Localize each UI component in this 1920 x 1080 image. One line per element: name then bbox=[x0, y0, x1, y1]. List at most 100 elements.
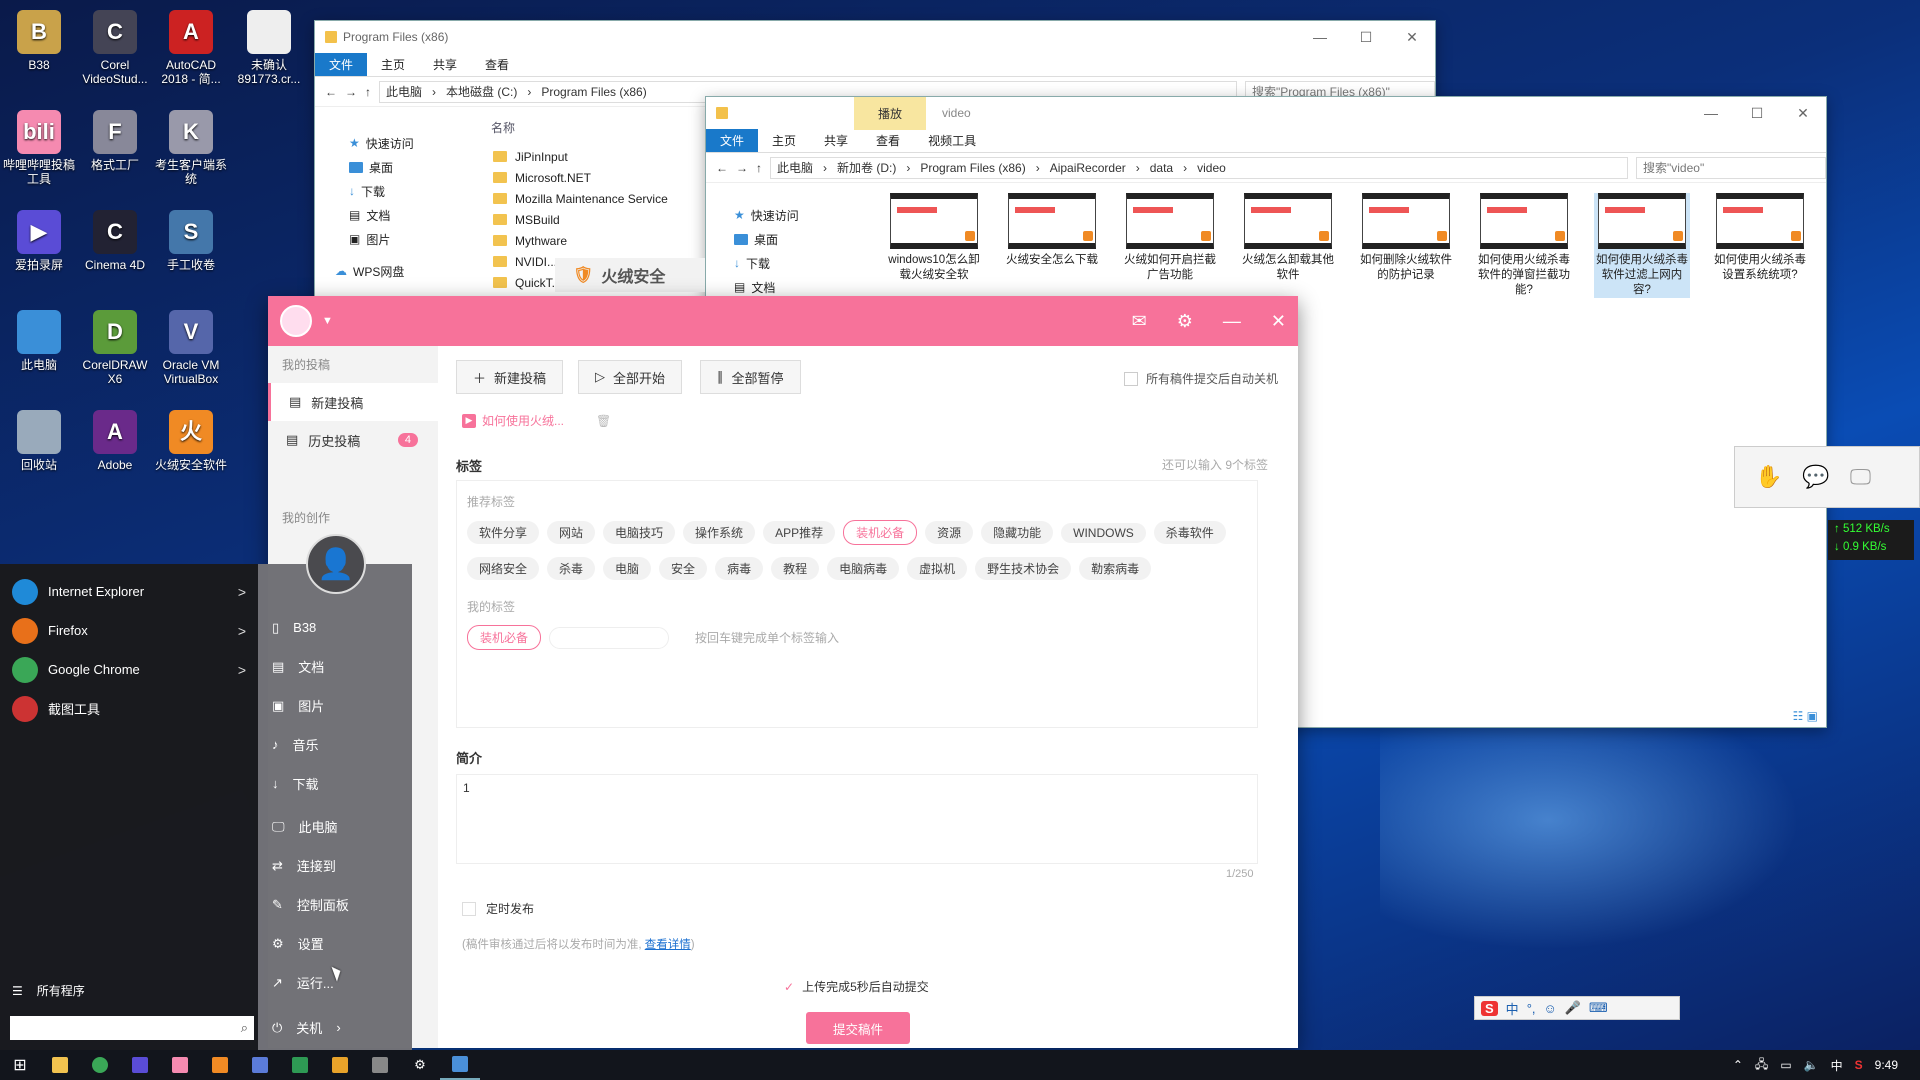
ime-indicator[interactable]: 中 bbox=[1831, 1057, 1843, 1074]
ribbon-tab-home[interactable]: 主页 bbox=[758, 129, 810, 152]
desktop-icon[interactable]: bili 哔哩哔哩投稿工具 bbox=[1, 110, 77, 187]
floating-toolbar[interactable]: ✋ 💬 🖵 bbox=[1734, 446, 1920, 508]
nav-documents[interactable]: ▤ 文档 bbox=[325, 203, 485, 227]
maximize-button[interactable]: ☐ bbox=[1734, 105, 1780, 122]
sogou-tray-icon[interactable]: S bbox=[1855, 1058, 1863, 1072]
taskbar-settings[interactable]: ⚙ bbox=[400, 1050, 440, 1080]
ribbon-tab-share[interactable]: 共享 bbox=[810, 129, 862, 152]
nav-desktop[interactable]: 桌面 bbox=[710, 227, 860, 251]
ribbon-tab-file[interactable]: 文件 bbox=[315, 53, 368, 76]
chevron-up-icon[interactable]: ⌃ bbox=[1733, 1058, 1743, 1072]
desktop-icon[interactable]: D CorelDRAW X6 bbox=[77, 310, 153, 387]
start-place-item[interactable]: ⇄ 连接到 bbox=[258, 846, 412, 885]
recommended-tag[interactable]: 装机必备 bbox=[843, 520, 918, 545]
close-button[interactable]: ✕ bbox=[1389, 29, 1435, 46]
desktop-icon[interactable]: K 考生客户端系统 bbox=[153, 110, 229, 187]
recommended-tag[interactable]: 虚拟机 bbox=[907, 557, 968, 580]
sidebar-item-new-post[interactable]: ▤ 新建投稿 bbox=[268, 383, 438, 421]
video-file[interactable]: 如何使用火绒杀毒设置系统统项? bbox=[1712, 193, 1808, 283]
recommended-tag[interactable]: 电脑病毒 bbox=[827, 557, 900, 580]
ime-punct[interactable]: °, bbox=[1527, 1001, 1536, 1016]
taskbar-aipai[interactable] bbox=[120, 1050, 160, 1080]
taskbar-app[interactable] bbox=[240, 1050, 280, 1080]
screen-icon[interactable]: 🖵 bbox=[1850, 464, 1871, 490]
start-button[interactable]: ⊞ bbox=[0, 1050, 40, 1080]
nav-quick-access[interactable]: ★ 快速访问 bbox=[325, 131, 485, 155]
close-button[interactable]: ✕ bbox=[1780, 105, 1826, 122]
crumb[interactable]: video bbox=[1197, 161, 1226, 175]
desktop-icon[interactable]: S 手工收卷 bbox=[153, 210, 229, 272]
crumb[interactable]: 本地磁盘 (C:) bbox=[446, 83, 517, 100]
recommended-tag[interactable]: APP推荐 bbox=[763, 521, 836, 544]
recommended-tag[interactable]: 软件分享 bbox=[467, 521, 540, 544]
view-details-link[interactable]: 查看详情 bbox=[645, 939, 691, 951]
start-search-input[interactable]: ⌕ bbox=[10, 1016, 254, 1040]
huorong-bar[interactable]: 🛡 火绒安全 bbox=[555, 258, 705, 292]
desktop-icon[interactable]: ▶ 爱拍录屏 bbox=[1, 210, 77, 272]
close-icon[interactable]: ✕ bbox=[1271, 311, 1286, 332]
taskbar-bilibili[interactable] bbox=[160, 1050, 200, 1080]
auto-submit-option[interactable]: ✓ 上传完成5秒后自动提交 bbox=[784, 978, 929, 995]
nav-quick-access[interactable]: ★ 快速访问 bbox=[710, 203, 860, 227]
recommended-tag[interactable]: 教程 bbox=[771, 557, 820, 580]
back-arrow-icon[interactable]: ← bbox=[325, 85, 337, 99]
desktop-icon[interactable]: C Cinema 4D bbox=[77, 210, 153, 272]
desktop-icon[interactable]: 回收站 bbox=[1, 410, 77, 472]
taskbar-sheet[interactable] bbox=[280, 1050, 320, 1080]
user-avatar[interactable]: 👤 bbox=[306, 534, 366, 594]
folder-row[interactable]: JiPinInput bbox=[493, 146, 668, 167]
recommended-tag[interactable]: 电脑 bbox=[603, 557, 652, 580]
maximize-button[interactable]: ☐ bbox=[1343, 29, 1389, 46]
desktop-icon[interactable]: 未确认 891773.cr... bbox=[231, 10, 307, 87]
folder-row[interactable]: Microsoft.NET bbox=[493, 167, 668, 188]
nav-wps[interactable]: ☁ WPS网盘 bbox=[325, 259, 485, 283]
up-arrow-icon[interactable]: ↑ bbox=[756, 161, 762, 175]
forward-arrow-icon[interactable]: → bbox=[736, 161, 748, 175]
start-place-item[interactable]: ⚙ 设置 bbox=[258, 924, 412, 963]
desktop-icon[interactable]: F 格式工厂 bbox=[77, 110, 153, 172]
nav-pictures[interactable]: ▣ 图片 bbox=[325, 227, 485, 251]
start-place-item[interactable]: ↓ 下载 bbox=[258, 764, 412, 803]
start-app-item[interactable]: Google Chrome > bbox=[0, 650, 258, 689]
recommended-tag[interactable]: 杀毒 bbox=[547, 557, 596, 580]
recommended-tag[interactable]: 资源 bbox=[925, 521, 974, 544]
submit-button[interactable]: 提交稿件 bbox=[806, 1012, 910, 1044]
crumb[interactable]: AipaiRecorder bbox=[1050, 161, 1126, 175]
video-file[interactable]: 火绒安全怎么下载 bbox=[1004, 193, 1100, 268]
trash-icon[interactable]: 🗑 bbox=[596, 414, 611, 428]
crumb[interactable]: Program Files (x86) bbox=[920, 161, 1025, 175]
taskbar-huorong[interactable] bbox=[200, 1050, 240, 1080]
desktop-icon[interactable]: 火火绒安全软件 bbox=[153, 410, 229, 472]
crumb[interactable]: Program Files (x86) bbox=[541, 85, 646, 99]
taskbar-vm[interactable] bbox=[360, 1050, 400, 1080]
start-app-item[interactable]: Firefox > bbox=[0, 611, 258, 650]
start-app-item[interactable]: Internet Explorer > bbox=[0, 572, 258, 611]
ime-lang[interactable]: 中 bbox=[1506, 999, 1519, 1018]
schedule-option[interactable]: 定时发布 bbox=[462, 900, 534, 917]
schedule-checkbox[interactable] bbox=[462, 901, 476, 916]
column-header-name[interactable]: 名称 bbox=[491, 119, 515, 136]
hand-icon[interactable]: ✋ bbox=[1755, 464, 1782, 490]
video-file[interactable]: windows10怎么卸载火绒安全软 bbox=[886, 193, 982, 283]
crumb[interactable]: data bbox=[1150, 161, 1173, 175]
view-toggle[interactable]: ☷ ▣ bbox=[1793, 709, 1818, 723]
chevron-right-icon[interactable]: > bbox=[238, 623, 246, 639]
start-app-item[interactable]: 截图工具 bbox=[0, 689, 258, 728]
battery-icon[interactable]: ▭ bbox=[1780, 1058, 1791, 1072]
start-place-item[interactable]: ▣ 图片 bbox=[258, 686, 412, 725]
taskbar-folder[interactable] bbox=[320, 1050, 360, 1080]
check-icon[interactable]: ✓ bbox=[784, 980, 794, 994]
all-programs[interactable]: ☰ 所有程序 bbox=[12, 982, 85, 999]
recommended-tag[interactable]: 杀毒软件 bbox=[1153, 521, 1226, 544]
draft-tab[interactable]: ▶ 如何使用火绒... 🗑 bbox=[462, 412, 611, 429]
mail-icon[interactable]: ✉ bbox=[1132, 311, 1147, 332]
network-icon[interactable]: 🖧 bbox=[1755, 1055, 1768, 1076]
minimize-button[interactable]: — bbox=[1688, 105, 1734, 122]
nav-desktop[interactable]: 桌面 bbox=[325, 155, 485, 179]
ribbon-tab-view[interactable]: 查看 bbox=[862, 129, 914, 152]
recommended-tag[interactable]: WINDOWS bbox=[1061, 523, 1146, 543]
ime-emoji[interactable]: ☺ bbox=[1544, 1001, 1557, 1016]
recommended-tag[interactable]: 勒索病毒 bbox=[1079, 557, 1152, 580]
back-arrow-icon[interactable]: ← bbox=[716, 161, 728, 175]
desktop-icon[interactable]: B B38 bbox=[1, 10, 77, 72]
